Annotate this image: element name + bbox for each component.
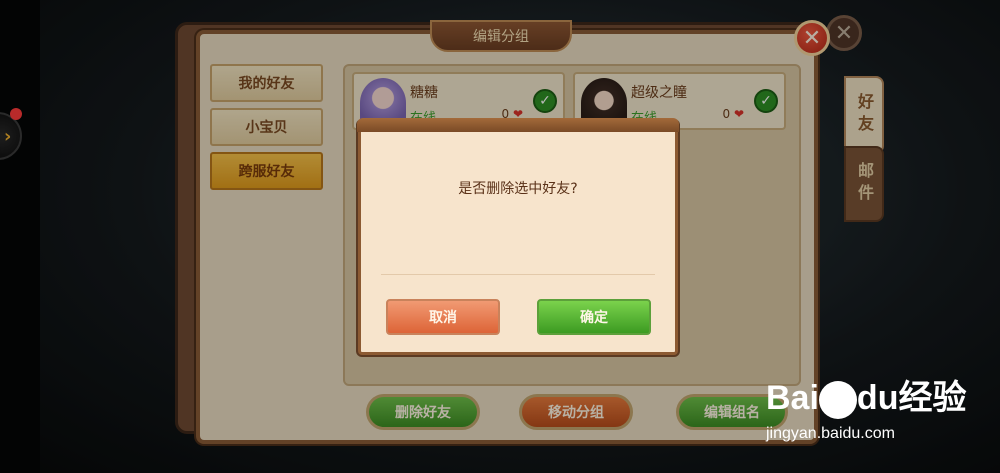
watermark-url: jingyan.baidu.com [766,425,895,442]
watermark-logo-cn: 经验 [898,379,967,417]
cancel-button[interactable]: 取消 [386,299,500,335]
dialog-message: 是否删除选中好友? [458,181,578,197]
watermark-logo: Bai du经验 [766,379,967,420]
confirm-button[interactable]: 确定 [537,299,651,335]
divider [381,274,655,275]
confirm-delete-dialog: 是否删除选中好友? 取消 确定 [357,118,679,355]
dialog-header-bar [357,118,679,132]
watermark-logo-part1: Bai [766,379,819,417]
paw-icon [818,381,857,420]
watermark-logo-part2: du [856,379,899,417]
baidu-watermark: Bai du经验 jingyan.baidu.com [766,370,967,442]
